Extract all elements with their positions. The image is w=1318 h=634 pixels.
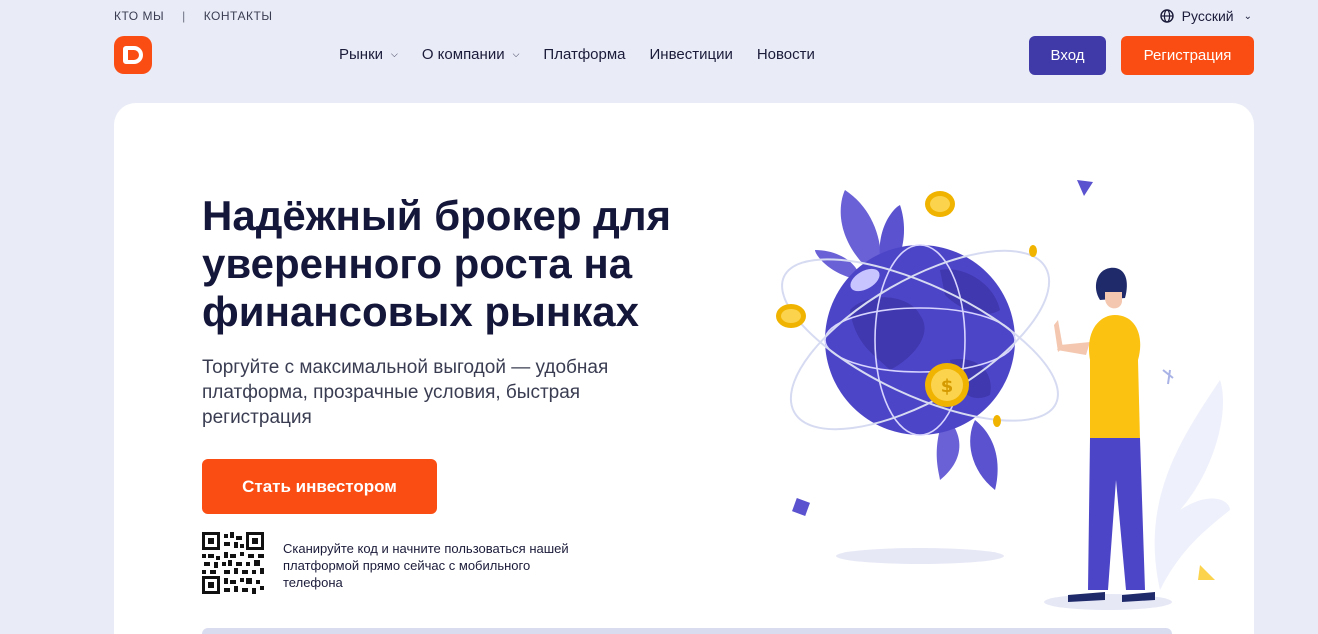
qr-code [202, 532, 264, 594]
logo-mark [123, 46, 143, 64]
top-utility-bar: КТО МЫ | КОНТАКТЫ [114, 8, 272, 24]
nav-label: Инвестиции [649, 45, 733, 63]
diamond-decoration [792, 498, 810, 516]
coin-icon [776, 304, 806, 328]
nav-label: Новости [756, 45, 815, 63]
qr-caption: Сканируйте код и начните пользоваться на… [283, 541, 569, 590]
topbar-separator: | [182, 9, 186, 23]
nav-item-news[interactable]: Новости [757, 46, 815, 63]
hero-illustration: $ [776, 180, 1230, 610]
chevron-down-icon: ⌵ [391, 48, 398, 59]
brand-logo[interactable] [114, 36, 152, 74]
nav-label: Рынки [339, 45, 384, 63]
chevron-down-icon: ⌄ [1243, 10, 1252, 22]
nav-item-investments[interactable]: Инвестиции [650, 46, 733, 63]
nav-label: О компании [421, 45, 505, 63]
sparkle-decoration [1162, 369, 1174, 385]
triangle-decoration [1198, 565, 1215, 580]
triangle-decoration [1077, 180, 1093, 196]
link-about[interactable]: КТО МЫ [114, 9, 164, 23]
plant-decoration [1154, 380, 1230, 590]
coin-icon [1029, 245, 1037, 257]
language-label: Русский [1181, 8, 1234, 24]
next-section-preview [202, 628, 1172, 634]
main-nav: Рынки ⌵ О компании ⌵ Платформа Инвестици… [339, 44, 815, 64]
person-illustration [1054, 267, 1155, 602]
coin-icon [925, 191, 955, 217]
hero-subtitle: Торгуйте с максимальной выгодой — удобна… [202, 357, 609, 428]
coin-icon: $ [925, 363, 969, 407]
chevron-down-icon: ⌵ [512, 48, 520, 59]
svg-text:$: $ [941, 376, 954, 397]
coin-icon [993, 415, 1001, 427]
language-selector[interactable]: Русский ⌄ [1159, 6, 1252, 26]
nav-item-markets[interactable]: Рынки ⌵ [339, 46, 398, 63]
nav-item-platform[interactable]: Платформа [543, 46, 625, 63]
nav-label: Платформа [543, 45, 626, 63]
login-button[interactable]: Вход [1029, 36, 1106, 75]
shadow [836, 548, 1004, 564]
leaf-decoration [970, 420, 998, 490]
globe-icon [1159, 9, 1174, 23]
hero-title: Надёжный брокер для уверенного роста на … [202, 192, 672, 335]
become-investor-button[interactable]: Стать инвестором [202, 459, 437, 514]
nav-item-company[interactable]: О компании ⌵ [422, 46, 520, 63]
register-button[interactable]: Регистрация [1121, 36, 1254, 75]
link-contacts[interactable]: КОНТАКТЫ [204, 9, 273, 23]
